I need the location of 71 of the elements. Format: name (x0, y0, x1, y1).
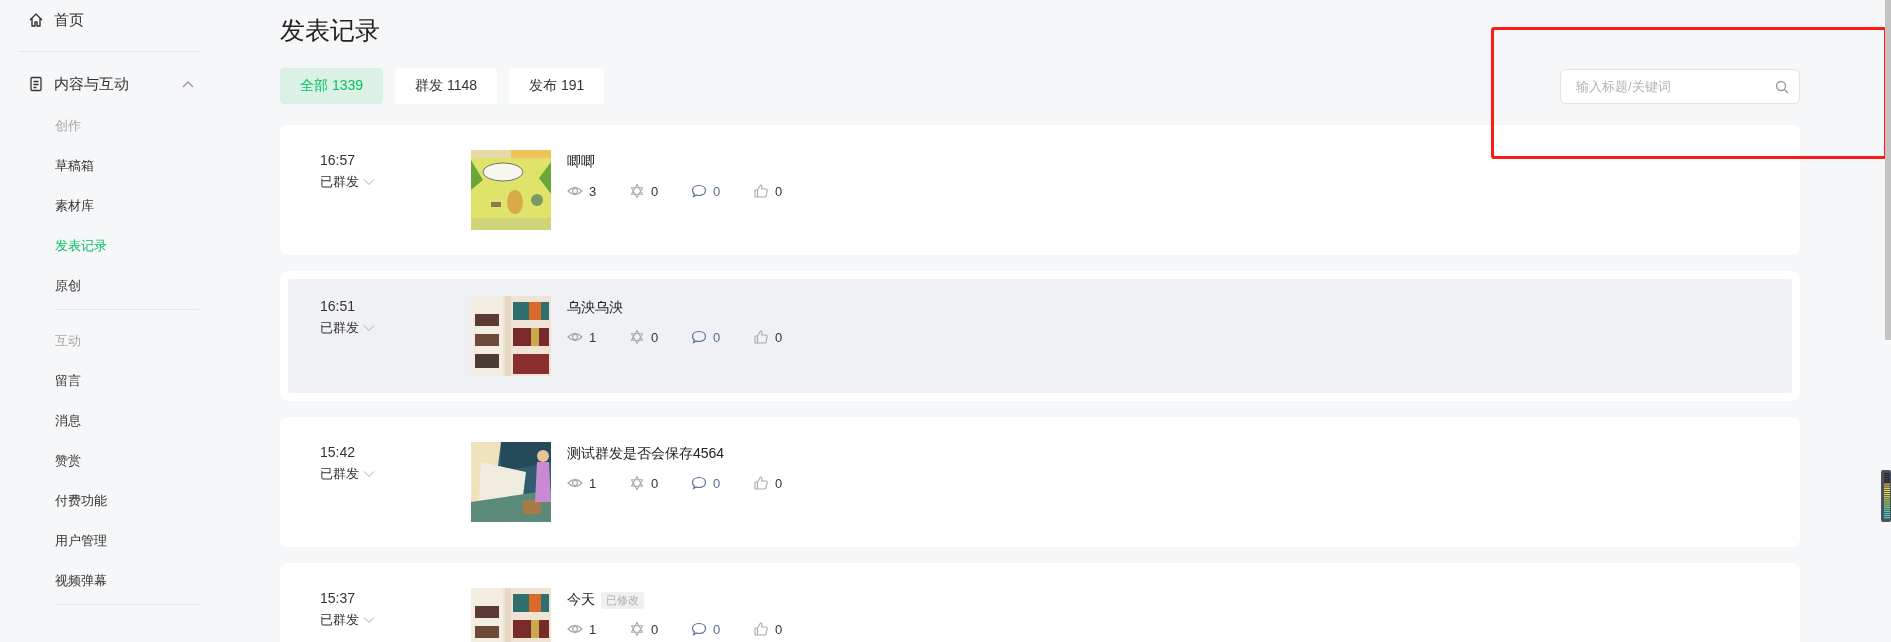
caret-icon (363, 324, 375, 332)
view-count: 1 (589, 621, 597, 637)
sidebar-item[interactable]: 素材库 (55, 196, 94, 216)
post-row[interactable]: 15:37 已群发 今天 已修改 1 0 0 0 (288, 571, 1792, 642)
like-count: 0 (775, 183, 783, 199)
section-toggle[interactable]: 内容与互动 (19, 72, 199, 96)
post-title[interactable]: 唧唧 (567, 153, 595, 171)
sidebar-item[interactable]: 消息 (55, 411, 81, 431)
thumbs-up-icon (753, 329, 769, 345)
page-title: 发表记录 (280, 15, 381, 46)
comment-count: 0 (713, 329, 721, 345)
share-count: 0 (651, 475, 659, 491)
sidebar-item[interactable]: 用户管理 (55, 531, 107, 551)
sidebar-item[interactable]: 付费功能 (55, 491, 107, 511)
like-count: 0 (775, 475, 783, 491)
group-heading: 创作 (55, 117, 82, 135)
post-time: 15:37 (320, 589, 356, 608)
sidebar-item[interactable]: 留言 (55, 371, 81, 391)
status-dropdown[interactable]: 已群发 (320, 611, 375, 629)
search-field[interactable]: 输入标题/关键词 (1560, 68, 1800, 104)
post-row[interactable]: 15:42 已群发 测试群发是否会保存4564 1 0 0 0 (288, 425, 1792, 539)
home-nav-item[interactable]: 首页 (19, 8, 199, 32)
sidebar-item[interactable]: 赞赏 (55, 451, 81, 471)
post-row[interactable]: 16:57 已群发 唧唧 3 0 0 0 (288, 133, 1792, 247)
status-dropdown[interactable]: 已群发 (320, 465, 375, 483)
star-of-david-icon (629, 329, 645, 345)
filter-tab[interactable]: 发布 191 (509, 68, 605, 104)
like-count: 0 (775, 329, 783, 345)
filter-tab[interactable]: 群发 1148 (395, 68, 498, 104)
status-dropdown[interactable]: 已群发 (320, 173, 375, 191)
view-count: 1 (589, 475, 597, 491)
group-heading: 互动 (55, 332, 82, 350)
share-count: 0 (651, 621, 659, 637)
comment-count: 0 (713, 475, 721, 491)
status-dropdown[interactable]: 已群发 (320, 319, 375, 337)
post-time: 15:42 (320, 443, 356, 462)
view-count: 1 (589, 329, 597, 345)
document-icon (28, 76, 44, 92)
caret-icon (363, 616, 375, 624)
edited-badge: 已修改 (601, 591, 644, 609)
post-time: 16:57 (320, 151, 356, 170)
sidebar-item[interactable]: 视频弹幕 (55, 571, 107, 591)
star-of-david-icon (629, 183, 645, 199)
share-count: 0 (651, 329, 659, 345)
comment-icon (691, 183, 707, 199)
comment-icon (691, 621, 707, 637)
comment-icon (691, 475, 707, 491)
level-meter-icon (1881, 470, 1891, 522)
sidebar-item[interactable]: 草稿箱 (55, 156, 94, 176)
caret-icon (363, 178, 375, 186)
post-title[interactable]: 乌泱乌泱 (567, 299, 623, 317)
star-of-david-icon (629, 621, 645, 637)
thumbs-up-icon (753, 475, 769, 491)
comment-icon (691, 329, 707, 345)
scrollbar-thumb[interactable] (1885, 0, 1891, 340)
comment-count: 0 (713, 621, 721, 637)
view-count: 3 (589, 183, 597, 199)
share-count: 0 (651, 183, 659, 199)
search-icon (1775, 79, 1789, 94)
post-row[interactable]: 16:51 已群发 乌泱乌泱 1 0 0 0 (288, 279, 1792, 393)
post-title[interactable]: 测试群发是否会保存4564 (567, 445, 725, 463)
thumbs-up-icon (753, 621, 769, 637)
caret-icon (363, 470, 375, 478)
star-of-david-icon (629, 475, 645, 491)
like-count: 0 (775, 621, 783, 637)
post-time: 16:51 (320, 297, 356, 316)
comment-count: 0 (713, 183, 721, 199)
sidebar-item[interactable]: 原创 (55, 276, 81, 296)
thumbs-up-icon (753, 183, 769, 199)
post-title[interactable]: 今天 (567, 591, 595, 609)
home-icon (28, 12, 44, 28)
